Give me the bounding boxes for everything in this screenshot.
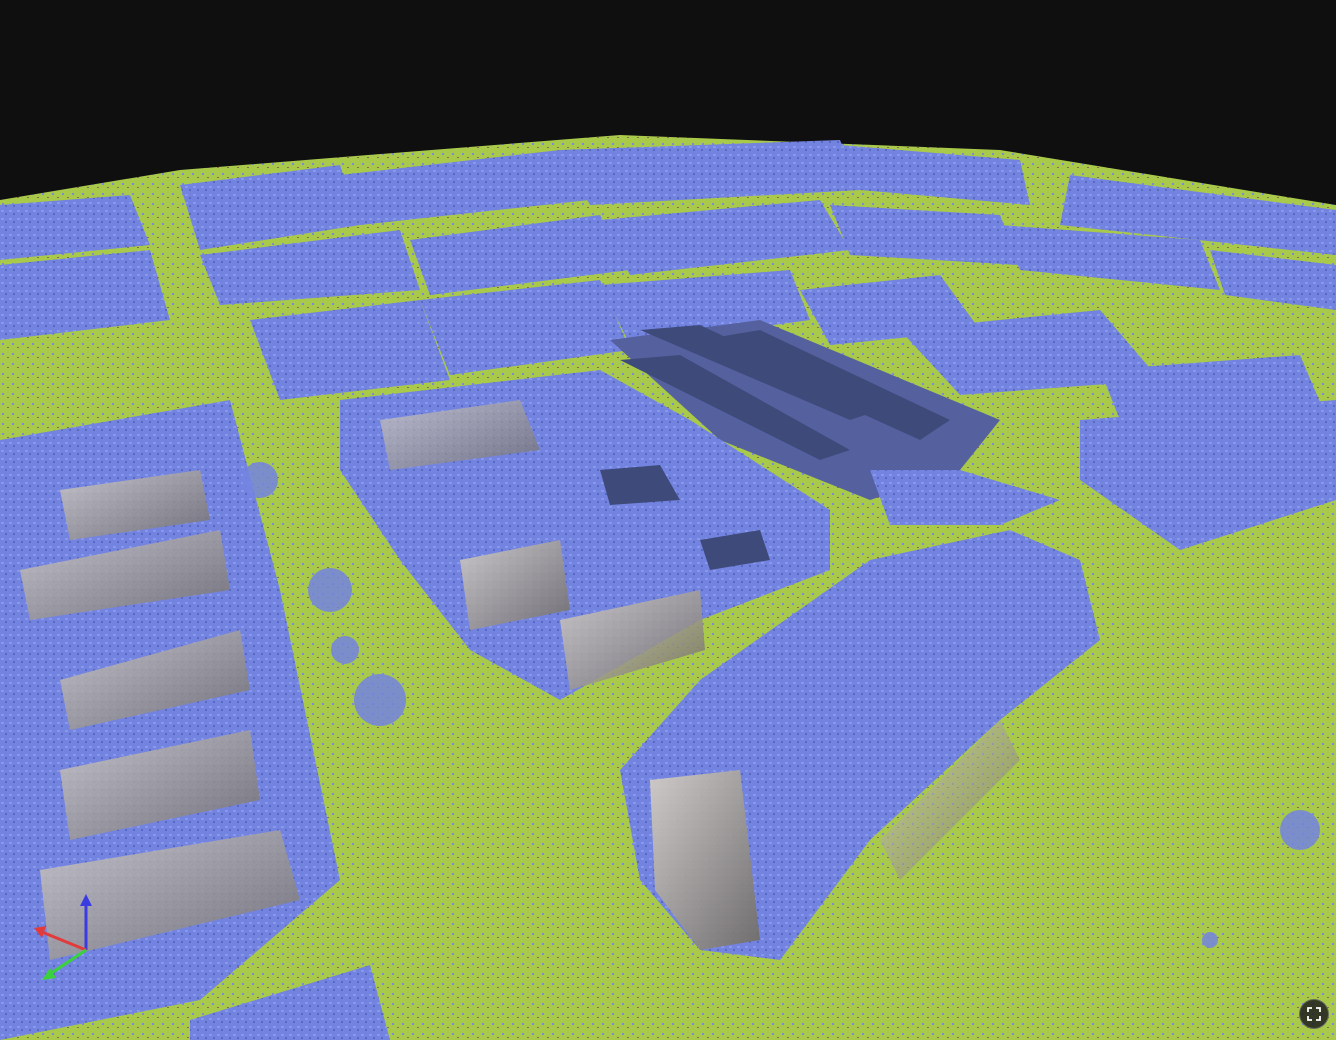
axes-gizmo bbox=[34, 894, 92, 980]
y-axis-icon bbox=[49, 948, 87, 976]
fullscreen-button[interactable] bbox=[1299, 999, 1329, 1029]
fullscreen-icon bbox=[1307, 1007, 1321, 1021]
x-axis-icon bbox=[41, 930, 87, 952]
point-cloud-viewport[interactable] bbox=[0, 0, 1336, 1040]
point-cloud-scene[interactable] bbox=[0, 0, 1336, 1040]
